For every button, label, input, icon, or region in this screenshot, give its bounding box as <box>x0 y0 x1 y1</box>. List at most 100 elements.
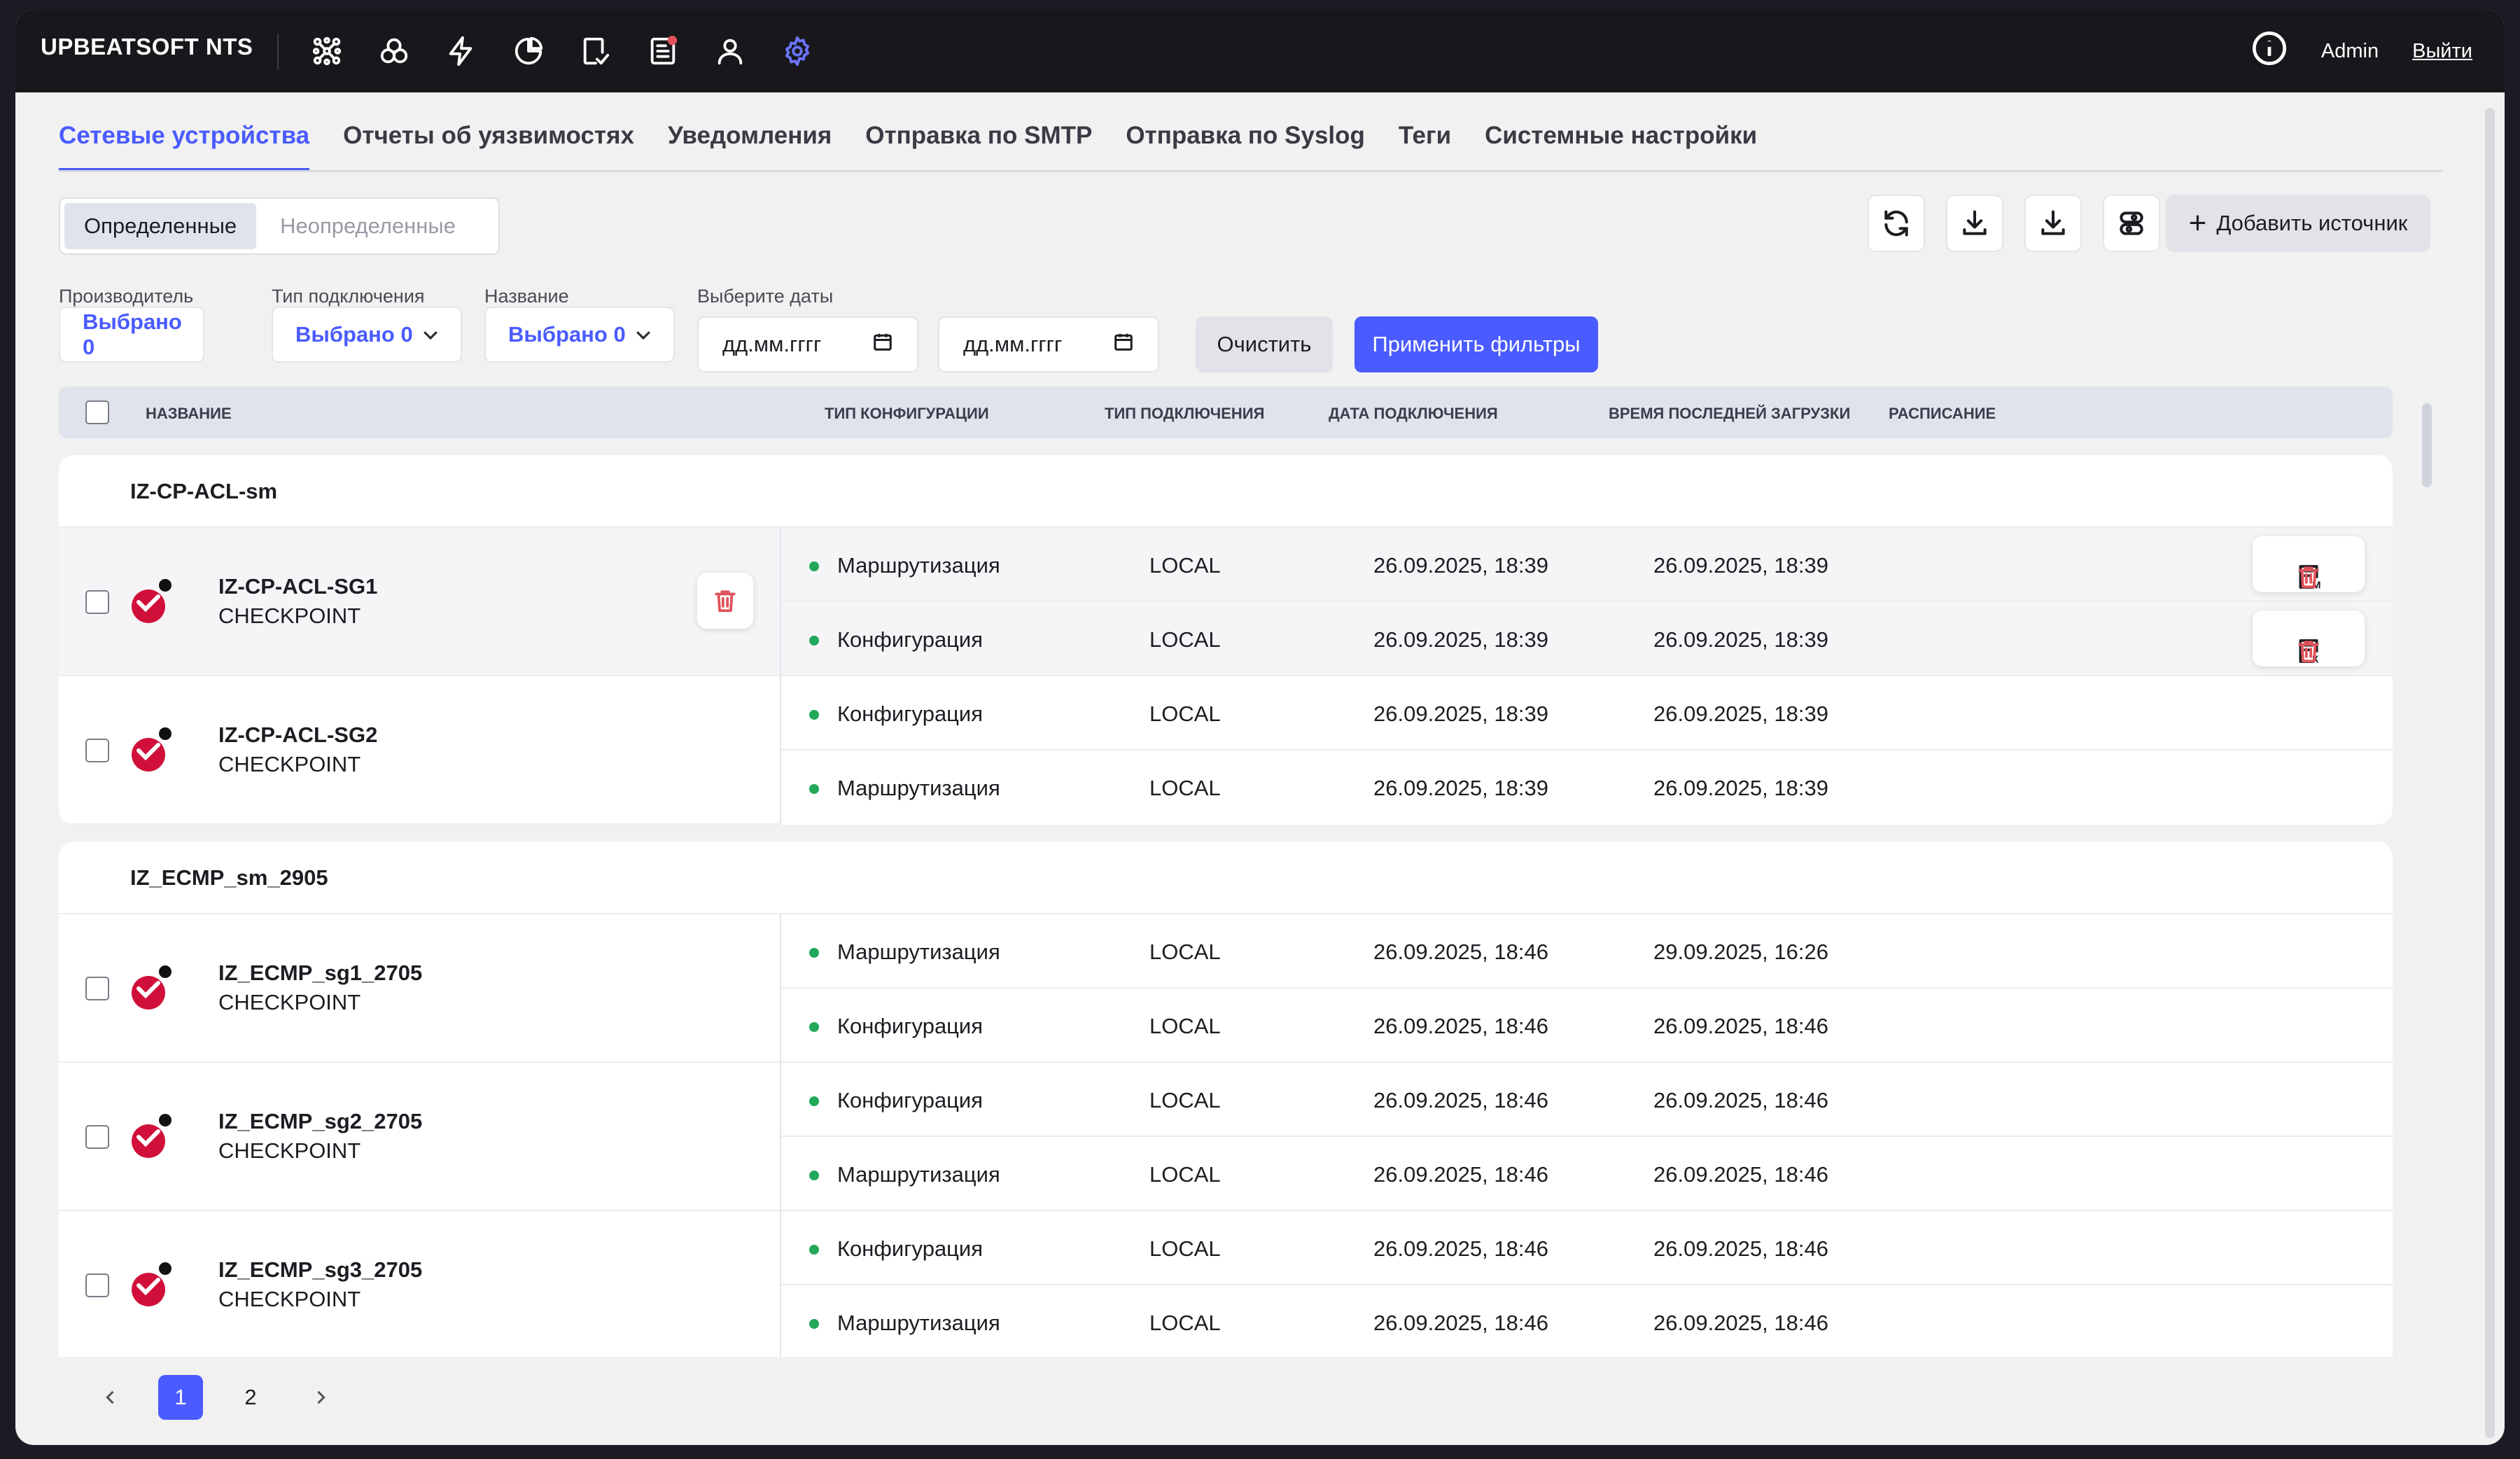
checkpoint-logo-icon <box>132 1114 172 1158</box>
device-checkbox[interactable] <box>85 1273 109 1297</box>
cluster-icon[interactable] <box>372 29 416 73</box>
main-tabs: Сетевые устройства Отчеты об уязвимостях… <box>59 122 1757 172</box>
page-1-button[interactable]: 1 <box>158 1375 203 1420</box>
user-icon[interactable] <box>708 29 752 73</box>
status-dot <box>809 948 819 958</box>
column-header-name[interactable]: Название <box>146 405 232 423</box>
device-checkbox[interactable] <box>85 977 109 1000</box>
download-all-button[interactable] <box>2024 195 2082 252</box>
name-filter-select[interactable]: Выбрано 0 <box>484 307 675 363</box>
tabs-divider <box>59 170 2443 172</box>
settings-icon[interactable] <box>776 29 819 73</box>
device-row[interactable]: IZ_ECMP_sg2_2705 CHECKPOINT <box>59 1063 781 1211</box>
device-name: IZ_ECMP_sg2_2705 <box>218 1109 423 1133</box>
network-icon[interactable] <box>305 29 349 73</box>
table-header: Название Тип конфигурации Тип подключени… <box>59 386 2393 438</box>
conn-filter-select[interactable]: Выбрано 0 <box>272 307 462 363</box>
date-from-field[interactable] <box>697 316 918 372</box>
config-type: Маршрутизация <box>837 553 1000 578</box>
column-header-last-load[interactable]: Время последней загрузки <box>1609 405 1850 423</box>
device-row[interactable]: IZ-CP-ACL-SG2 CHECKPOINT <box>59 676 781 825</box>
config-type: Маршрутизация <box>837 1162 1000 1187</box>
config-conn: LOCAL <box>1149 940 1221 964</box>
tab-syslog[interactable]: Отправка по Syslog <box>1126 122 1365 172</box>
column-header-config-type[interactable]: Тип конфигурации <box>825 405 989 423</box>
delete-config-button[interactable] <box>2293 561 2324 592</box>
pie-chart-icon[interactable] <box>507 29 550 73</box>
config-date: 26.09.2025, 18:39 <box>1373 701 1548 726</box>
tab-tags[interactable]: Теги <box>1399 122 1451 172</box>
config-type: Конфигурация <box>837 1014 983 1038</box>
delete-device-button[interactable] <box>697 573 753 629</box>
refresh-button[interactable] <box>1868 195 1925 252</box>
calendar-icon[interactable] <box>872 331 893 358</box>
tab-network-devices[interactable]: Сетевые устройства <box>59 122 310 172</box>
segment-defined[interactable]: Определенные <box>64 203 257 249</box>
device-name: IZ_ECMP_sg1_2705 <box>218 961 423 985</box>
download-button[interactable] <box>1946 195 2003 252</box>
tab-vulnerability-reports[interactable]: Отчеты об уязвимостях <box>343 122 634 172</box>
device-name: IZ-CP-ACL-SG1 <box>218 574 378 599</box>
name-filter-label: Название <box>484 286 569 307</box>
tab-system-settings[interactable]: Системные настройки <box>1485 122 1757 172</box>
config-type: Маршрутизация <box>837 776 1000 800</box>
config-row[interactable]: Маршрутизация LOCAL 26.09.2025, 18:39 26… <box>781 751 2393 825</box>
document-check-icon[interactable] <box>574 29 617 73</box>
date-to-field[interactable] <box>938 316 1159 372</box>
select-all-checkbox[interactable] <box>85 400 109 424</box>
logout-link[interactable]: Выйти <box>2412 40 2472 63</box>
tab-notifications[interactable]: Уведомления <box>668 122 832 172</box>
column-header-schedule[interactable]: Расписание <box>1889 405 1996 423</box>
config-row[interactable]: Конфигурация LOCAL 26.09.2025, 18:46 26.… <box>781 1063 2393 1137</box>
device-checkbox[interactable] <box>85 739 109 762</box>
trash-icon <box>2298 566 2319 589</box>
delete-config-button[interactable] <box>2293 636 2324 666</box>
apply-filters-button[interactable]: Применить фильтры <box>1354 316 1598 372</box>
config-row[interactable]: Маршрутизация LOCAL 26.09.2025, 18:46 26… <box>781 1137 2393 1211</box>
config-type: Маршрутизация <box>837 940 1000 964</box>
server-settings-button[interactable] <box>2103 195 2160 252</box>
tab-smtp[interactable]: Отправка по SMTP <box>865 122 1092 172</box>
date-to-input[interactable] <box>963 332 1089 357</box>
device-vendor: CHECKPOINT <box>218 990 361 1014</box>
device-vendor: CHECKPOINT <box>218 603 361 628</box>
device-checkbox[interactable] <box>85 1125 109 1149</box>
device-row[interactable]: IZ_ECMP_sg3_2705 CHECKPOINT <box>59 1211 781 1357</box>
segment-undefined[interactable]: Неопределенные <box>260 203 475 249</box>
column-header-conn-type[interactable]: Тип подключения <box>1105 405 1264 423</box>
report-icon[interactable] <box>641 29 685 73</box>
config-row[interactable]: Конфигурация LOCAL 26.09.2025, 18:39 26.… <box>781 676 2393 751</box>
config-row[interactable]: Маршрутизация LOCAL 26.09.2025, 18:46 26… <box>781 1285 2393 1357</box>
device-row[interactable]: IZ_ECMP_sg1_2705 CHECKPOINT <box>59 914 781 1063</box>
pagination: 1 2 <box>88 1375 343 1420</box>
config-row[interactable]: Конфигурация LOCAL 26.09.2025, 18:46 26.… <box>781 989 2393 1063</box>
page-scrollbar[interactable] <box>2485 108 2495 1438</box>
config-type: Маршрутизация <box>837 1311 1000 1335</box>
device-group: IZ_ECMP_sm_2905 IZ_ECMP_sg1_2705 CHECKPO… <box>59 842 2393 1357</box>
table-scrollbar[interactable] <box>2422 403 2432 487</box>
brand-logo: UPBEATSOFT NTS <box>41 34 253 60</box>
checkpoint-logo-icon <box>132 579 172 623</box>
config-row[interactable]: Маршрутизация LOCAL 26.09.2025, 18:46 29… <box>781 914 2393 989</box>
vendor-filter-label: Производитель <box>59 286 194 307</box>
next-page-button[interactable] <box>298 1375 343 1420</box>
clear-filters-button[interactable]: Очистить <box>1196 316 1333 372</box>
vendor-filter-select[interactable]: Выбрано 0 <box>59 307 204 363</box>
column-header-conn-date[interactable]: Дата подключения <box>1329 405 1498 423</box>
add-source-button[interactable]: + Добавить источник <box>2166 195 2430 252</box>
prev-page-button[interactable] <box>88 1375 133 1420</box>
config-row[interactable]: Маршрутизация LOCAL 26.09.2025, 18:39 26… <box>781 528 2393 602</box>
page-2-button[interactable]: 2 <box>228 1375 273 1420</box>
calendar-icon[interactable] <box>1113 331 1134 358</box>
config-row[interactable]: Конфигурация LOCAL 26.09.2025, 18:39 26.… <box>781 602 2393 676</box>
config-row[interactable]: Конфигурация LOCAL 26.09.2025, 18:46 26.… <box>781 1211 2393 1285</box>
chevron-right-icon <box>317 1390 326 1404</box>
device-checkbox[interactable] <box>85 590 109 614</box>
info-icon[interactable] <box>2251 30 2288 72</box>
device-row[interactable]: IZ-CP-ACL-SG1 CHECKPOINT <box>59 528 781 676</box>
device-vendor: CHECKPOINT <box>218 1138 361 1163</box>
chevron-down-icon <box>424 331 438 340</box>
date-from-input[interactable] <box>722 332 848 357</box>
lightning-icon[interactable] <box>440 29 483 73</box>
chevron-down-icon <box>182 334 183 335</box>
